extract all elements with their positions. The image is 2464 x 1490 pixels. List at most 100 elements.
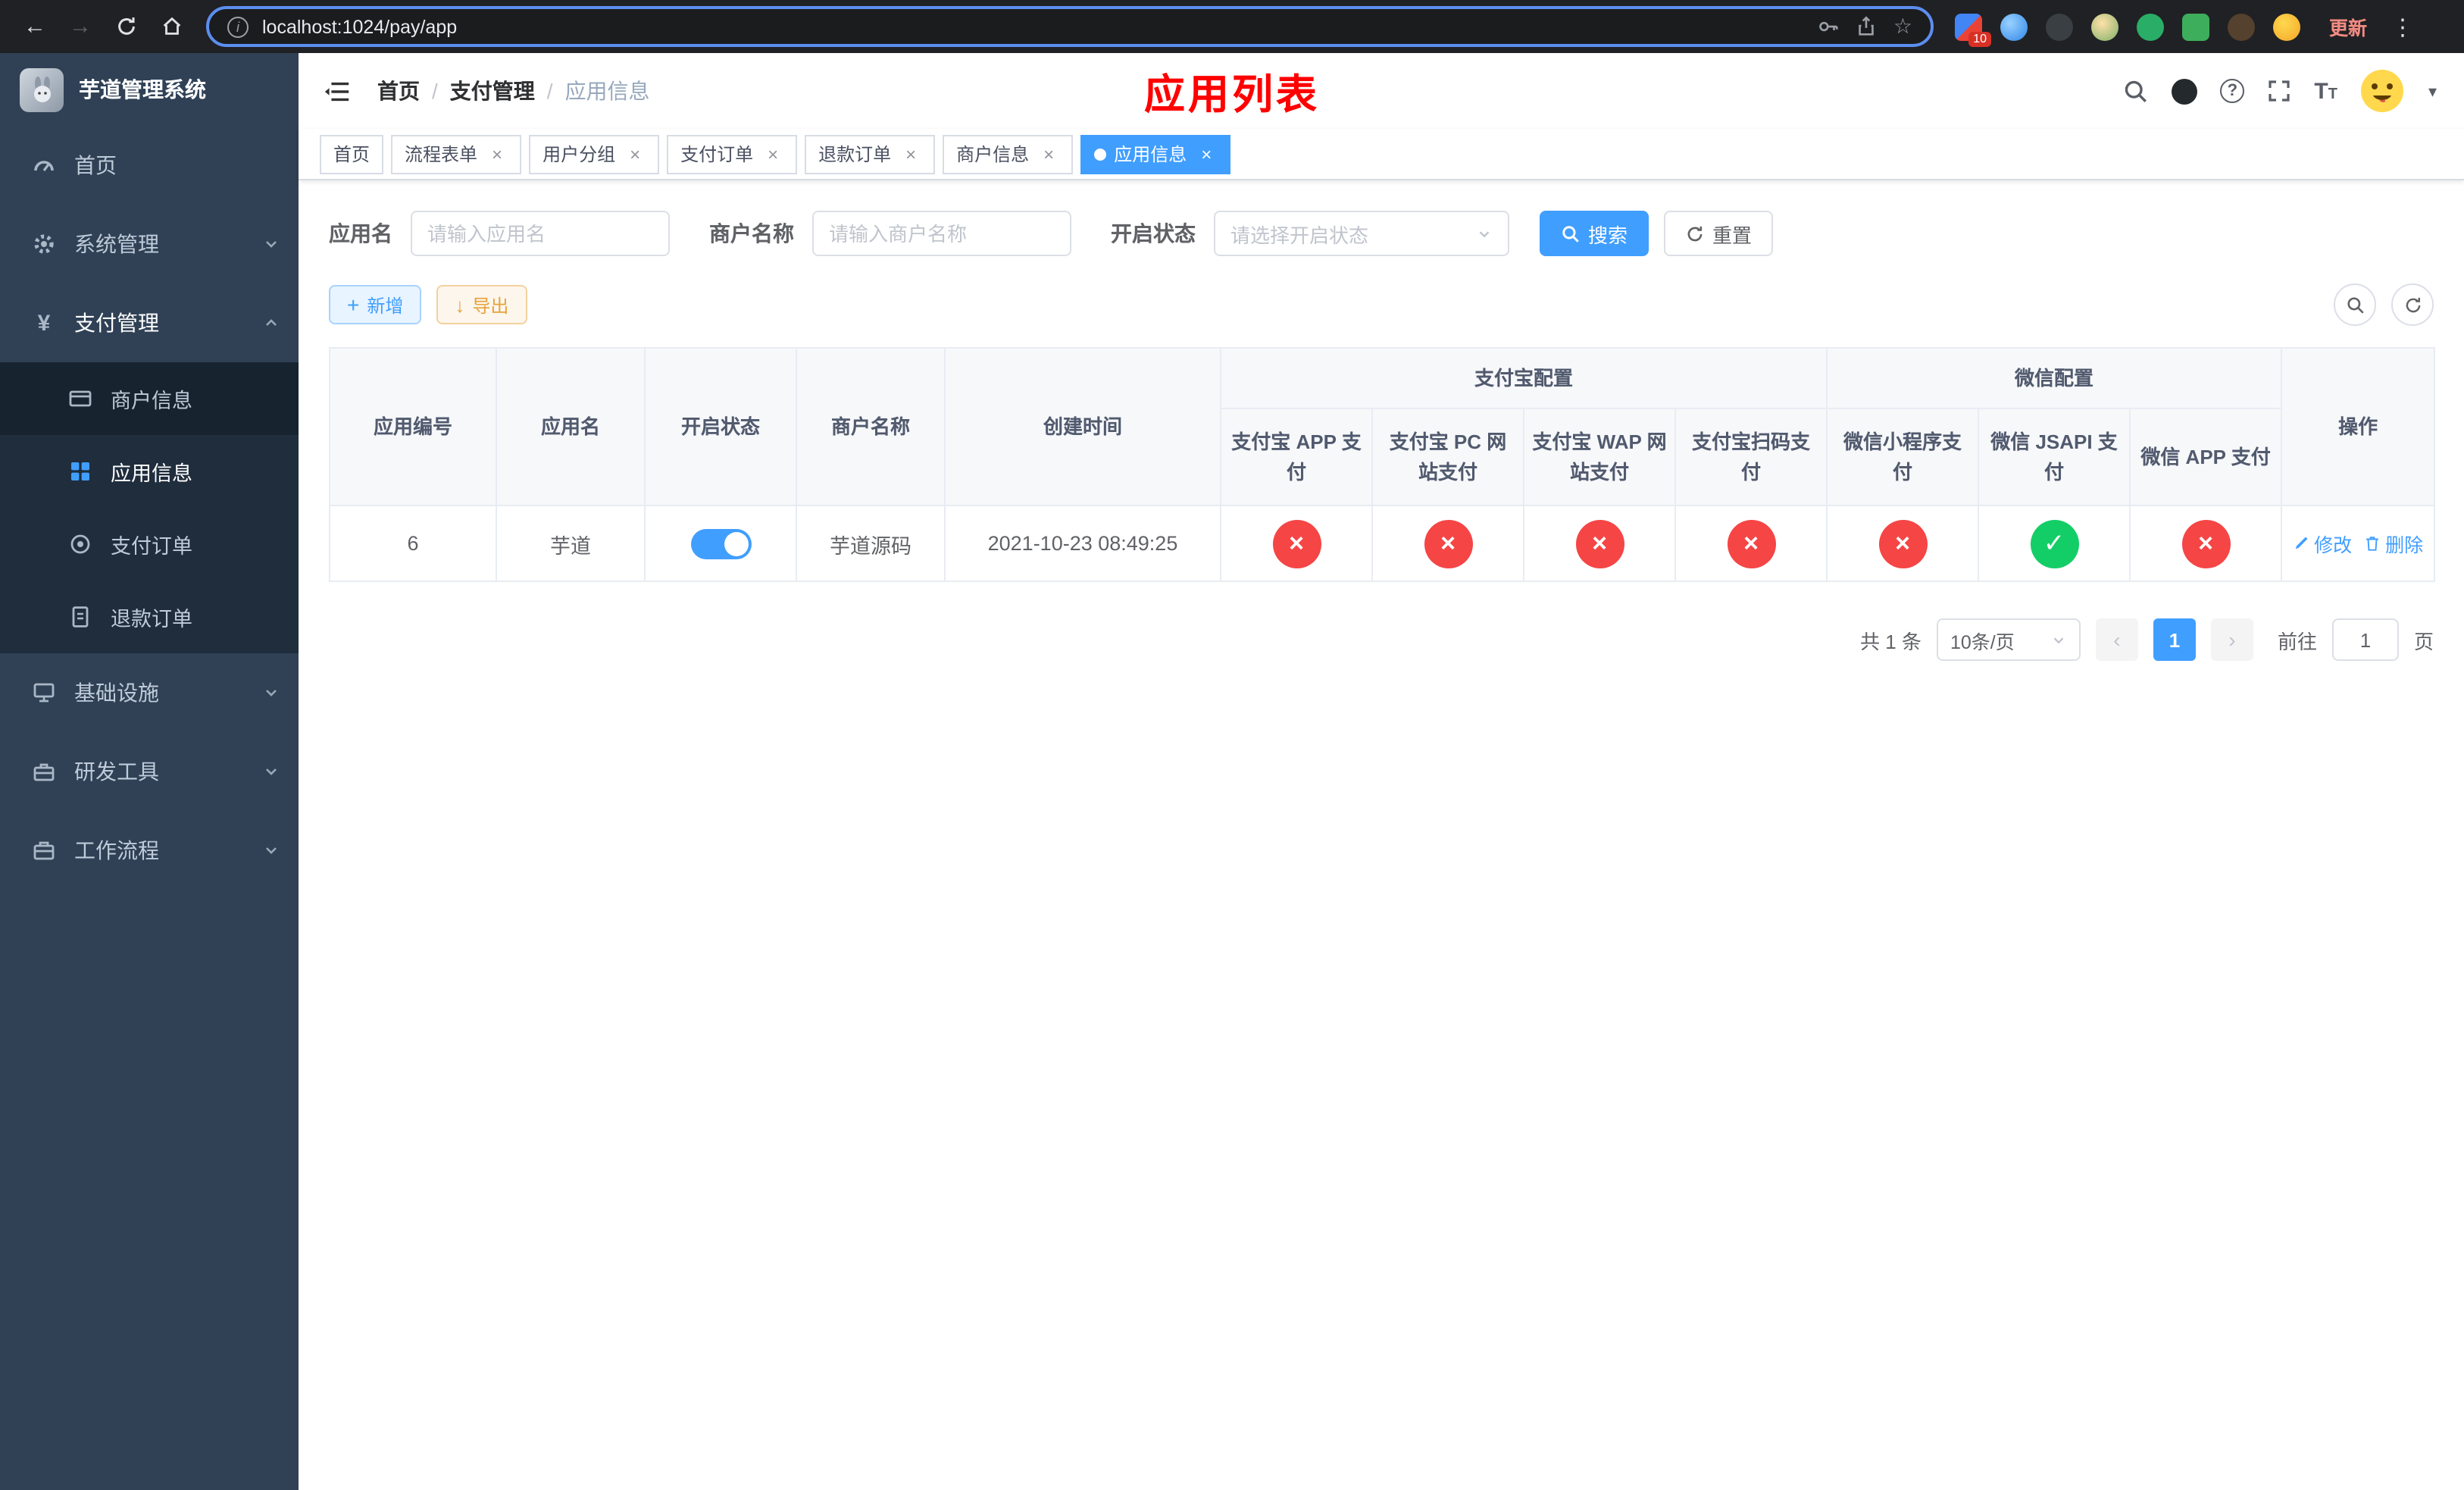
browser-menu-icon[interactable]: ⋮: [2384, 13, 2422, 40]
sidebar-item-payment-orders[interactable]: 支付订单: [0, 508, 299, 581]
forward-button[interactable]: →: [61, 7, 100, 46]
url-text[interactable]: localhost:1024/pay/app: [262, 16, 1818, 37]
extension-icon-8[interactable]: [2273, 13, 2300, 40]
sidebar-item-payment[interactable]: ¥ 支付管理: [0, 283, 299, 362]
extension-icon-6[interactable]: [2182, 13, 2209, 40]
delete-button[interactable]: 删除: [2364, 529, 2423, 558]
tab-payment-orders[interactable]: 支付订单 ×: [667, 134, 798, 174]
wechat-mini-cell: ×: [1826, 505, 1980, 582]
goto-page-input[interactable]: [2331, 618, 2399, 661]
chevron-down-icon: [262, 762, 280, 781]
reset-button[interactable]: 重置: [1664, 211, 1774, 256]
filter-form: 应用名 商户名称 开启状态 请选择开启状态: [329, 211, 2434, 256]
alipay-wap-status-icon: ×: [1575, 519, 1624, 568]
tab-user-group[interactable]: 用户分组 ×: [529, 134, 660, 174]
export-button[interactable]: ↓ 导出: [436, 285, 527, 324]
extension-icon-4[interactable]: [2091, 13, 2118, 40]
app-logo: [20, 67, 64, 111]
col-header-alipay-app: 支付宝 APP 支付: [1220, 408, 1373, 506]
app-name-input[interactable]: [411, 211, 670, 256]
close-icon[interactable]: ×: [762, 143, 783, 164]
breadcrumb-item[interactable]: 首页: [377, 76, 420, 106]
alipay-app-status-icon: ×: [1272, 519, 1321, 568]
font-size-icon[interactable]: TT: [2314, 80, 2337, 102]
user-avatar[interactable]: [2360, 68, 2406, 114]
alipay-pc-status-icon: ×: [1424, 519, 1472, 568]
extension-icon-5[interactable]: [2137, 13, 2164, 40]
tab-process-form[interactable]: 流程表单 ×: [391, 134, 522, 174]
active-dot: [1094, 148, 1107, 160]
status-select[interactable]: 请选择开启状态: [1214, 211, 1509, 256]
password-key-icon[interactable]: [1818, 15, 1840, 38]
sidebar-item-infrastructure[interactable]: 基础设施: [0, 653, 299, 732]
document-icon: [67, 605, 94, 629]
merchant-cell: 芋道源码: [796, 505, 946, 582]
close-icon[interactable]: ×: [1038, 143, 1059, 164]
chevron-down-icon: [262, 841, 280, 859]
next-page-button[interactable]: ›: [2210, 618, 2253, 661]
help-icon[interactable]: ?: [2220, 79, 2245, 103]
sidebar-item-home[interactable]: 首页: [0, 126, 299, 205]
col-group-wechat: 微信配置: [1826, 347, 2283, 409]
status-cell: [644, 505, 797, 582]
tab-app-info[interactable]: 应用信息 ×: [1080, 134, 1231, 174]
tab-refund-orders[interactable]: 退款订单 ×: [805, 134, 936, 174]
fullscreen-icon[interactable]: [2267, 79, 2291, 103]
col-header-merchant: 商户名称: [796, 347, 946, 506]
edit-button[interactable]: 修改: [2293, 529, 2352, 558]
sidebar-item-dev-tools[interactable]: 研发工具: [0, 732, 299, 811]
site-info-icon[interactable]: i: [227, 16, 249, 37]
address-bar[interactable]: i localhost:1024/pay/app ☆: [206, 6, 1934, 47]
search-icon[interactable]: [2123, 78, 2149, 104]
extension-icon-3[interactable]: [2046, 13, 2073, 40]
created-cell: 2021-10-23 08:49:25: [944, 505, 1221, 582]
refresh-table-button[interactable]: [2391, 283, 2434, 326]
alipay-pc-cell: ×: [1371, 505, 1524, 582]
reload-button[interactable]: [106, 7, 145, 46]
bookmark-star-icon[interactable]: ☆: [1893, 14, 1912, 39]
tab-merchant-info[interactable]: 商户信息 ×: [943, 134, 1074, 174]
alipay-app-cell: ×: [1220, 505, 1373, 582]
close-icon[interactable]: ×: [1196, 143, 1217, 164]
goto-label: 前往: [2277, 630, 2317, 653]
breadcrumb-item[interactable]: 支付管理: [450, 76, 535, 106]
sidebar-item-workflow[interactable]: 工作流程: [0, 811, 299, 890]
extension-icon-2[interactable]: [2000, 13, 2028, 40]
close-icon[interactable]: ×: [486, 143, 508, 164]
close-icon[interactable]: ×: [900, 143, 921, 164]
prev-page-button[interactable]: ‹: [2095, 618, 2138, 661]
content-area: 应用名 商户名称 开启状态 请选择开启状态: [299, 180, 2464, 1490]
gear-icon: [30, 232, 58, 256]
status-toggle[interactable]: [690, 528, 751, 559]
search-button[interactable]: 搜索: [1540, 211, 1649, 256]
app-logo-row[interactable]: 芋道管理系统: [0, 53, 299, 126]
col-header-wechat-mini: 微信小程序支付: [1826, 408, 1980, 506]
tab-home[interactable]: 首页: [320, 134, 384, 174]
briefcase-icon: [30, 838, 58, 862]
share-icon[interactable]: [1856, 15, 1878, 38]
pagination: 共 1 条 10条/页 ‹ 1 › 前往 页: [329, 618, 2434, 661]
sidebar-item-refund-orders[interactable]: 退款订单: [0, 581, 299, 653]
main-area: 首页 / 支付管理 / 应用信息 应用列表 ? TT ▾ 首页 流程表单 × 用…: [299, 53, 2464, 1490]
sidebar-item-label: 基础设施: [74, 681, 159, 705]
home-button[interactable]: [152, 7, 191, 46]
sidebar-item-app-info[interactable]: 应用信息: [0, 435, 299, 508]
page-number-button[interactable]: 1: [2153, 618, 2196, 661]
close-icon[interactable]: ×: [624, 143, 646, 164]
merchant-name-input[interactable]: [812, 211, 1071, 256]
back-button[interactable]: ←: [15, 7, 55, 46]
page-size-select[interactable]: 10条/页: [1936, 618, 2081, 661]
github-icon[interactable]: [2172, 78, 2198, 104]
sidebar-item-system[interactable]: 系统管理: [0, 205, 299, 283]
extension-icon-7[interactable]: [2228, 13, 2255, 40]
toggle-search-button[interactable]: [2334, 283, 2376, 326]
add-button[interactable]: + 新增: [329, 285, 422, 324]
card-icon: [67, 387, 94, 411]
collapse-sidebar-icon[interactable]: [323, 77, 352, 105]
browser-update-button[interactable]: 更新: [2319, 6, 2378, 47]
sidebar-item-label: 应用信息: [111, 462, 192, 485]
extension-icon-1[interactable]: 10: [1955, 13, 1991, 46]
chevron-down-icon: [1476, 225, 1493, 242]
chevron-down-icon[interactable]: ▾: [2428, 81, 2437, 101]
sidebar-item-merchant-info[interactable]: 商户信息: [0, 362, 299, 435]
